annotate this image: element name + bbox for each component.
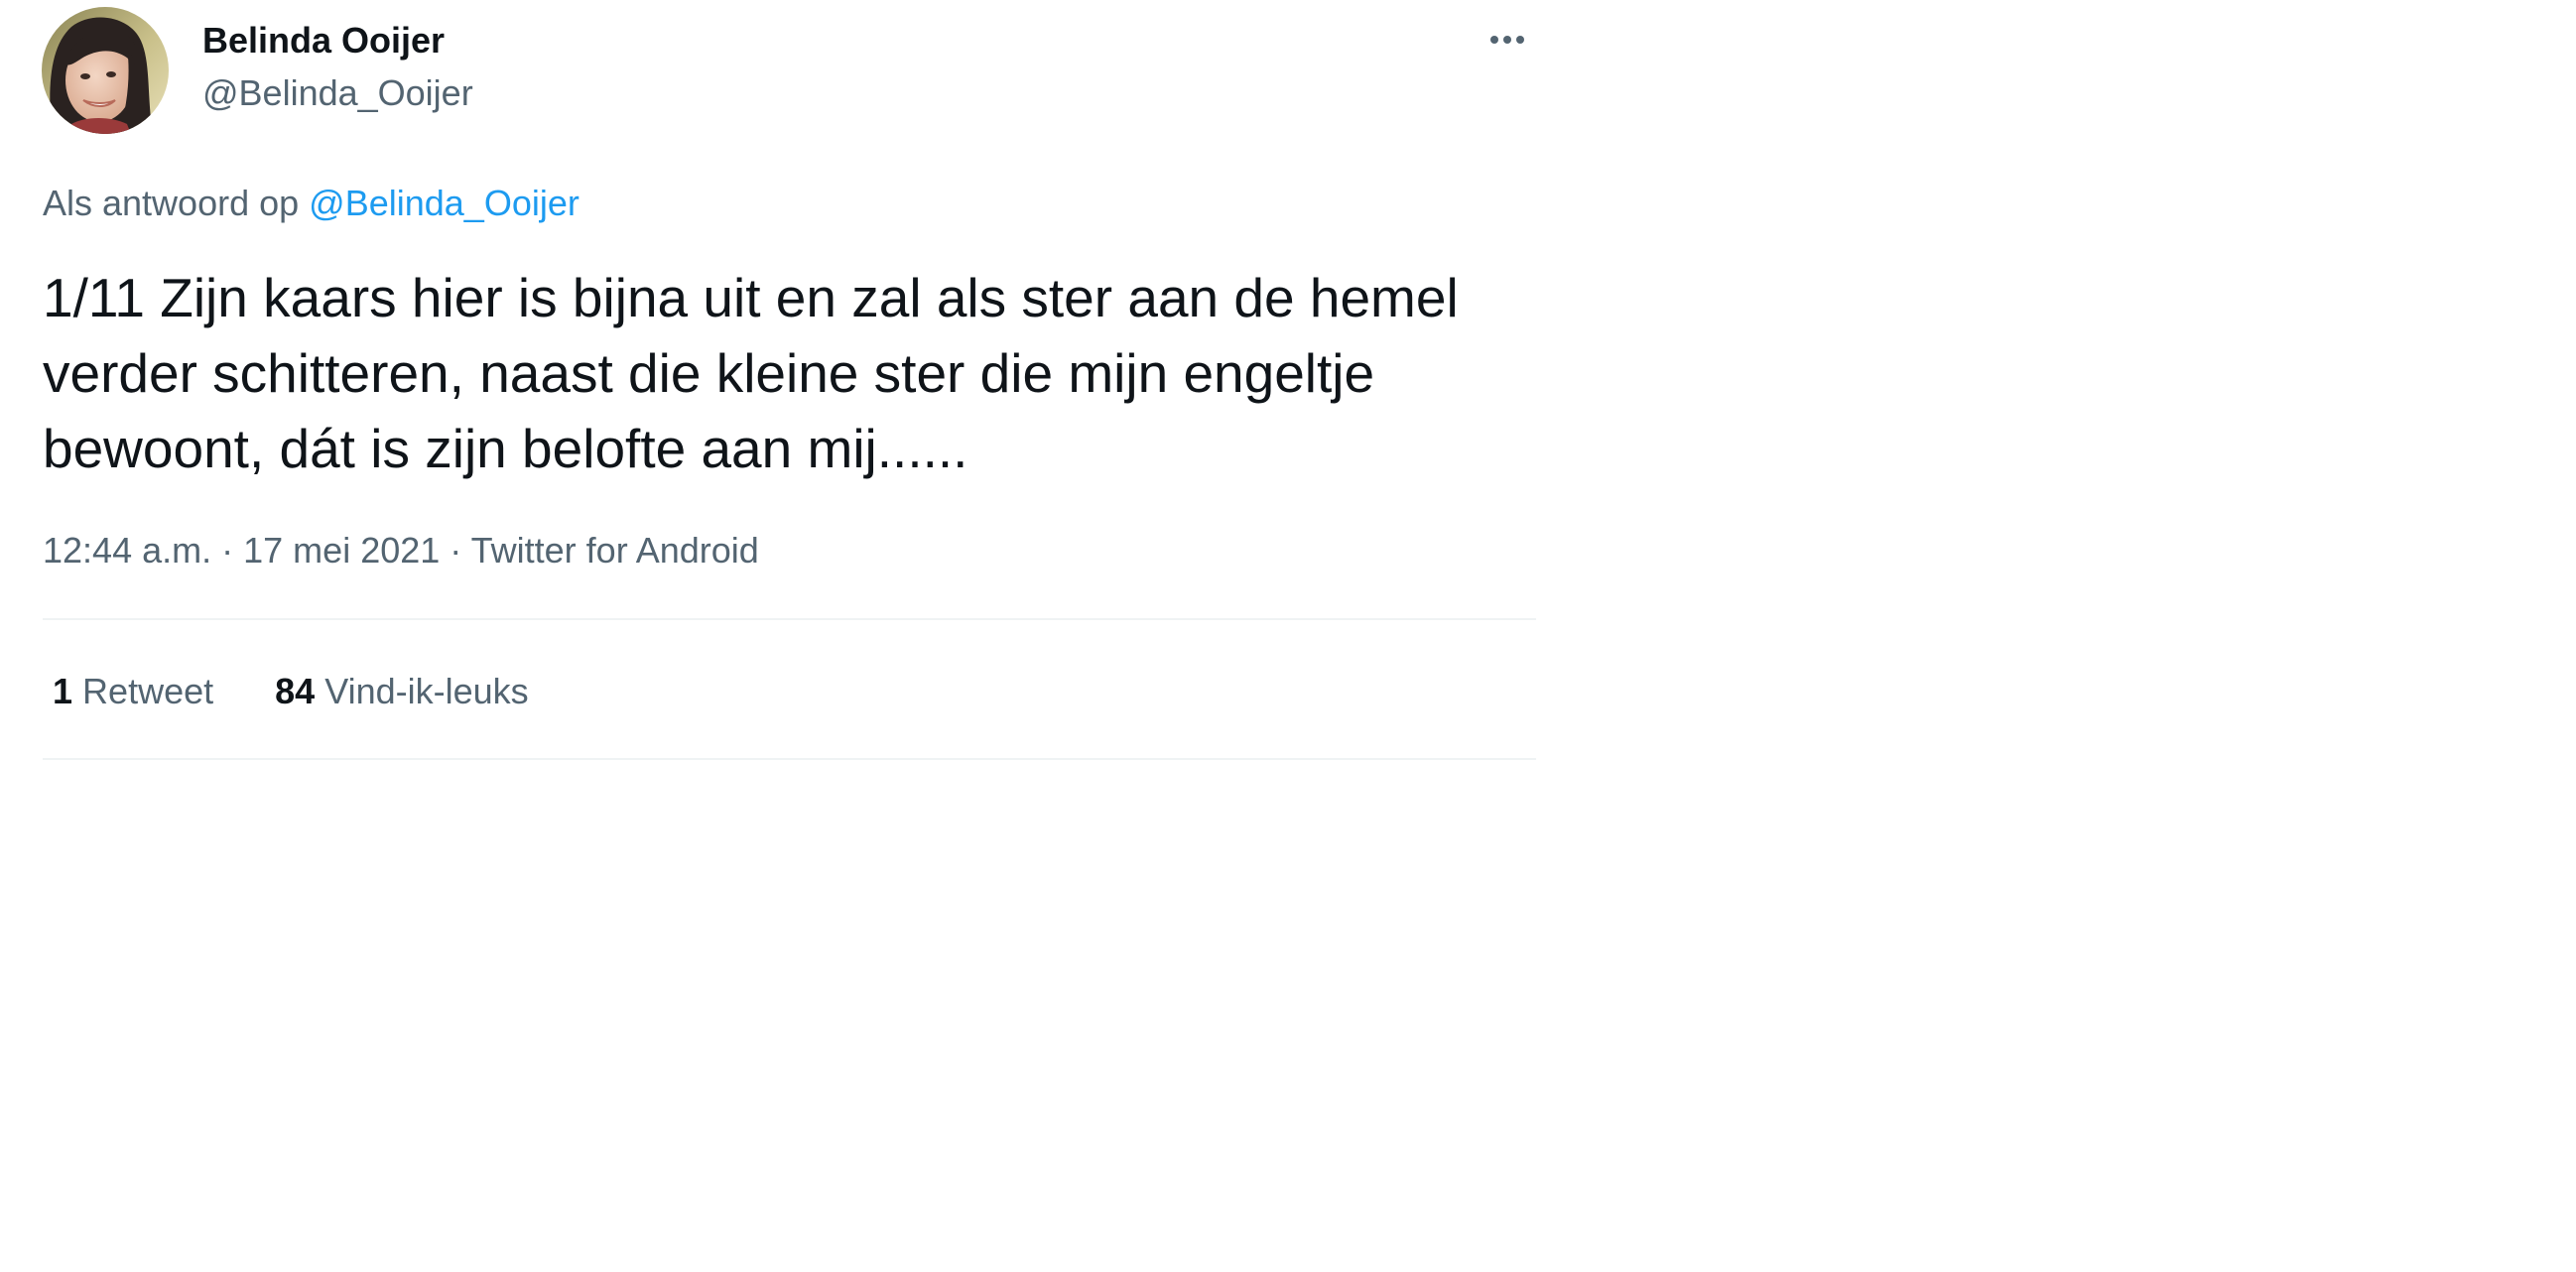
author-block: Belinda Ooijer @Belinda_Ooijer [202, 18, 473, 116]
tweet-text: 1/11 Zijn kaars hier is bijna uit en zal… [43, 267, 1459, 479]
retweet-count: 1 [53, 671, 73, 711]
divider [43, 758, 1536, 760]
retweets-stat-link[interactable]: 1 Retweet [53, 669, 213, 714]
author-handle[interactable]: @Belinda_Ooijer [202, 70, 473, 116]
avatar[interactable] [42, 7, 169, 134]
tweet-meta: 12:44 a.m. · 17 mei 2021 · Twitter for A… [43, 528, 759, 573]
tweet-time-link[interactable]: 12:44 a.m. [43, 530, 211, 571]
tweet-detail: Belinda Ooijer @Belinda_Ooijer Als antwo… [0, 0, 1548, 764]
reply-context-mention-link[interactable]: @Belinda_Ooijer [309, 183, 580, 223]
tweet-source-link[interactable]: Twitter for Android [471, 530, 759, 571]
divider [43, 618, 1536, 620]
like-label: Vind-ik-leuks [324, 671, 529, 711]
meta-separator: · [221, 530, 234, 571]
reply-context: Als antwoord op @Belinda_Ooijer [43, 181, 580, 226]
retweet-label: Retweet [82, 671, 214, 711]
more-horizontal-icon [1490, 36, 1524, 44]
tweet-stats: 1 Retweet 84 Vind-ik-leuks [53, 669, 529, 714]
likes-stat-link[interactable]: 84 Vind-ik-leuks [275, 669, 528, 714]
profile-photo-image [42, 7, 169, 134]
reply-context-prefix: Als antwoord op [43, 183, 300, 223]
more-options-button[interactable] [1479, 22, 1542, 58]
tweet-date-link[interactable]: 17 mei 2021 [243, 530, 440, 571]
author-display-name[interactable]: Belinda Ooijer [202, 18, 473, 64]
meta-separator: · [450, 530, 462, 571]
like-count: 84 [275, 671, 316, 711]
